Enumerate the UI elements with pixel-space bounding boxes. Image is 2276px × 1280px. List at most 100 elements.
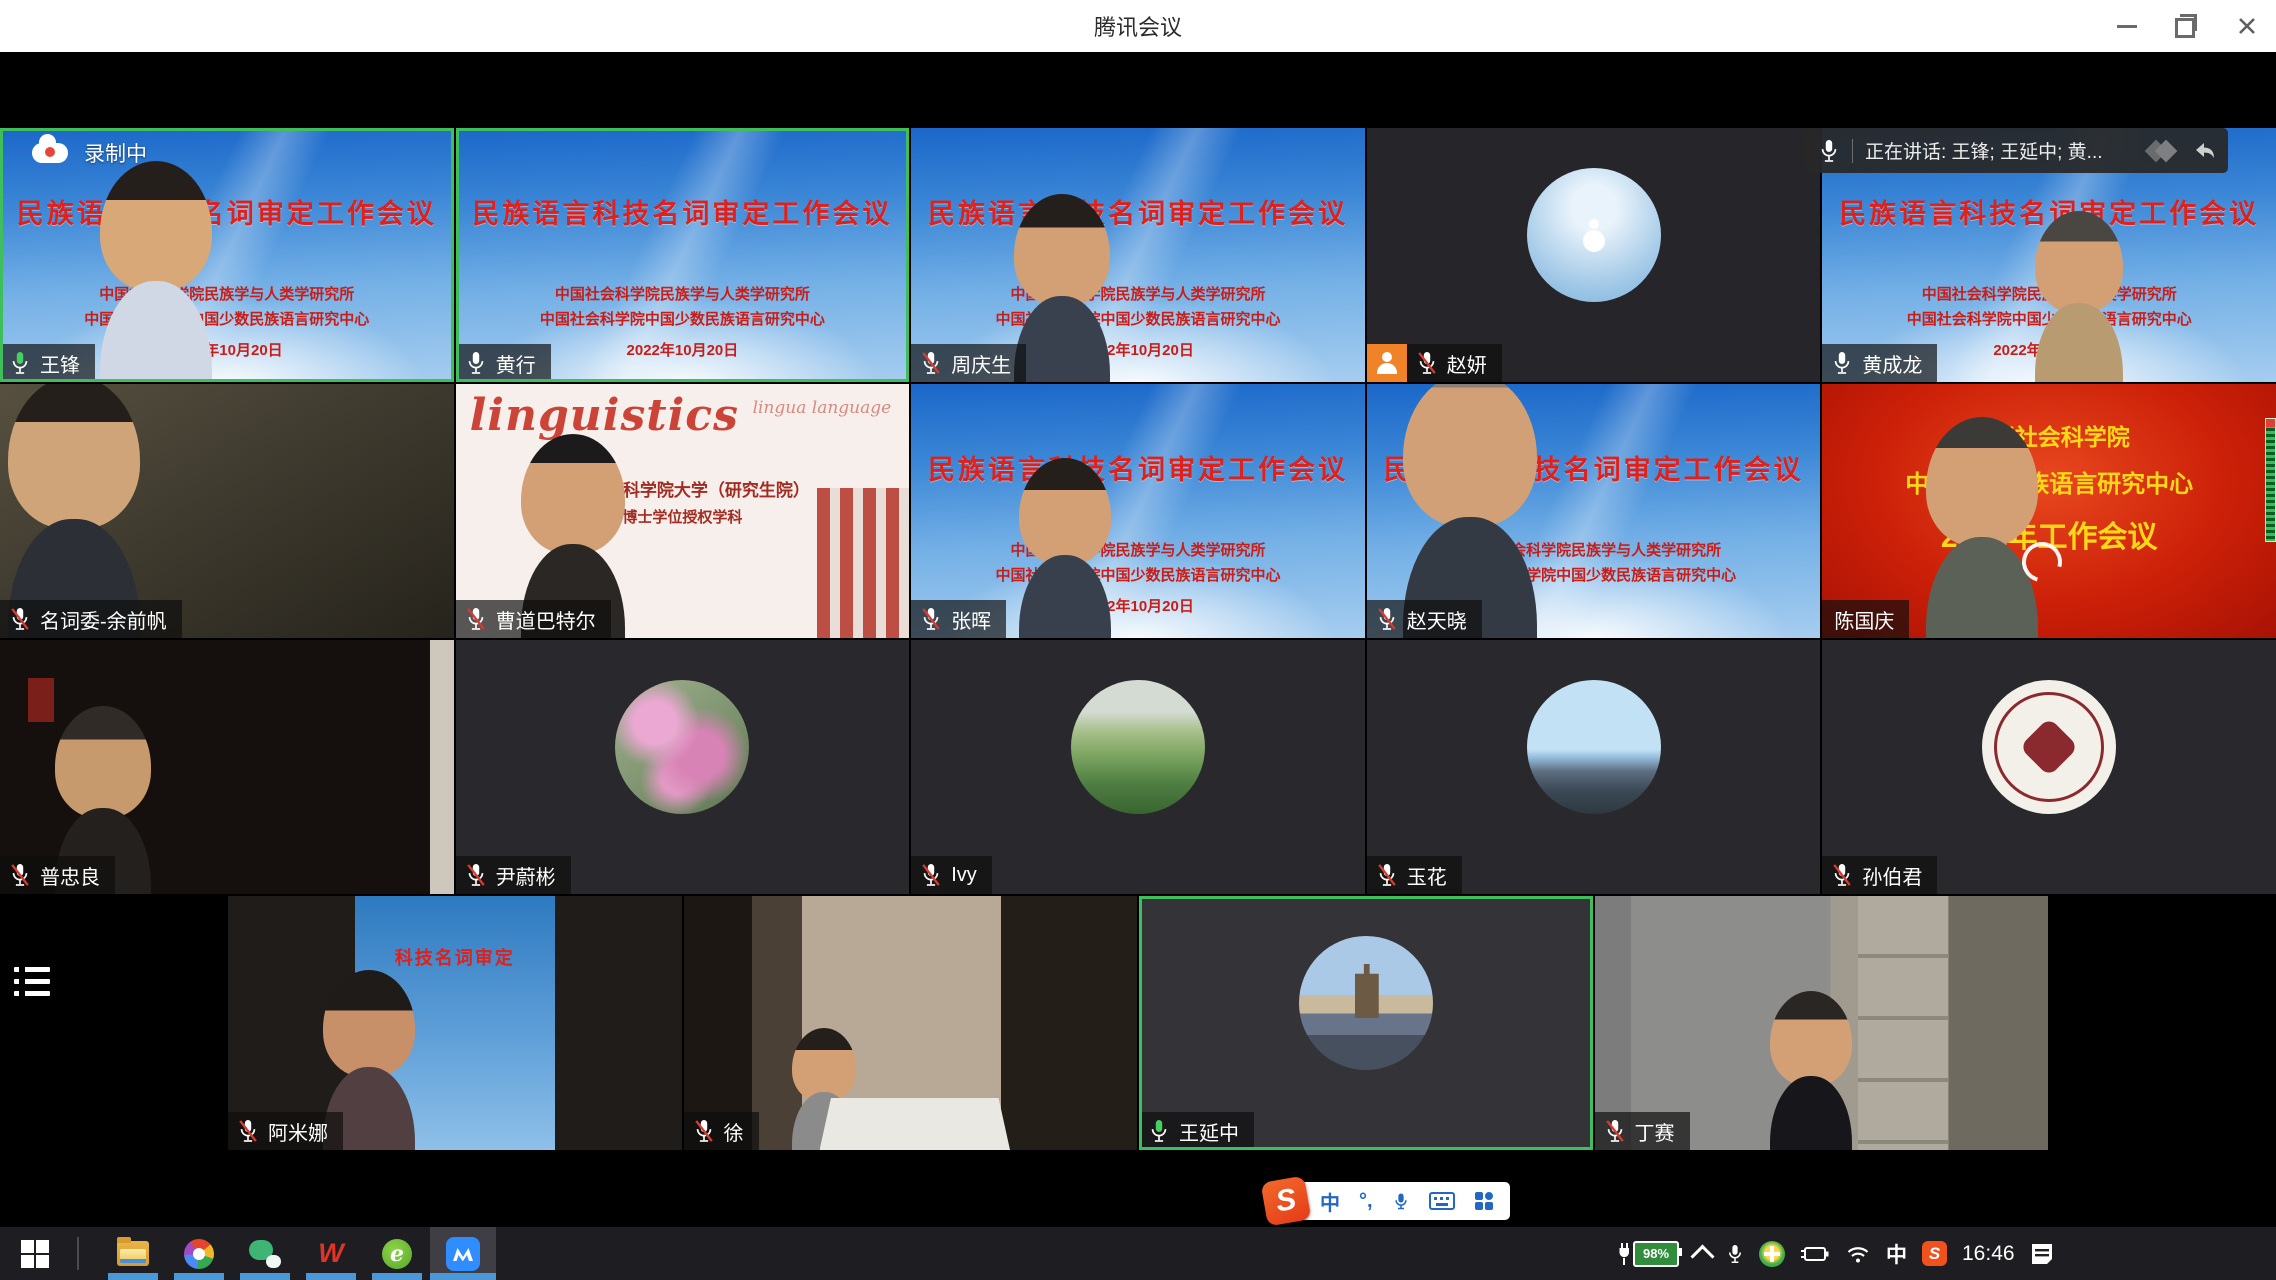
taskbar-tencent-meeting[interactable] [430,1227,496,1280]
participant-video [1019,458,1111,638]
mic-icon [1818,138,1840,164]
video-stage: 民族语言科技名词审定工作会议 中国社会科学院民族学与人类学研究所 中国社会科学院… [0,52,2276,1227]
recording-indicator[interactable]: 录制中 [32,138,147,168]
participant-name: 孙伯君 [1862,861,1922,890]
window-titlebar: 腾讯会议 [0,0,2276,52]
avatar [1527,680,1661,814]
minimize-button[interactable] [2112,11,2142,41]
desk-papers [820,1098,1010,1150]
ime-keyboard-icon[interactable] [1429,1192,1455,1210]
participant-video [1770,991,1852,1150]
taskbar-wps[interactable]: W [298,1227,364,1280]
layout-switch-icon[interactable] [2146,138,2180,164]
participant-video [1014,194,1110,382]
participant-name: 尹蔚彬 [496,861,556,890]
tray-sogou-icon[interactable]: S [1922,1241,1947,1266]
tile-ivy[interactable]: Ivy [911,640,1365,894]
wechat-icon [249,1240,281,1268]
mic-icon [1604,1118,1626,1144]
tray-expand-chevron[interactable] [1694,1242,1711,1265]
tile-zhanghui[interactable]: 民族语言科技名词审定工作会议 中国社会科学院民族学与人类学研究所 中国社会科学院… [911,384,1365,638]
tray-power-icon[interactable] [1800,1245,1830,1263]
name-label: 王延中 [1139,1112,1254,1150]
taskbar-file-explorer[interactable] [100,1227,166,1280]
participant-name: 玉花 [1407,861,1447,890]
tile-zhaotianxiao[interactable]: 民族语言科技名词审定工作会议 中国社会科学院民族学与人类学研究所 中国社会科学院… [1367,384,1821,638]
tile-wangyanzhong[interactable]: 王延中 [1139,896,1593,1150]
tile-puzhongliang[interactable]: 普忠良 [0,640,454,894]
name-label: 名词委-余前帆 [0,600,182,638]
battery-indicator[interactable]: 98% [1618,1241,1679,1267]
name-label: 孙伯君 [1822,856,1937,894]
mic-icon [465,350,487,376]
divider [1852,139,1853,163]
participant-name: 普忠良 [40,861,100,890]
tray-360-icon[interactable] [1759,1241,1785,1267]
participant-name: 阿米娜 [268,1117,328,1146]
window-controls [2112,0,2262,52]
video-grid-row-4: 科技名词审定 阿米娜 徐 王延中 [228,896,2048,1150]
tile-amina[interactable]: 科技名词审定 阿米娜 [228,896,682,1150]
tray-wifi-icon[interactable] [1845,1244,1871,1264]
mic-icon [1148,1118,1170,1144]
tile-wangfeng[interactable]: 民族语言科技名词审定工作会议 中国社会科学院民族学与人类学研究所 中国社会科学院… [0,128,454,382]
tencent-meeting-icon [446,1237,480,1271]
collapse-arrow-icon[interactable] [2192,139,2218,163]
mic-icon [465,862,487,888]
tray-input-language[interactable]: 中 [1886,1239,1907,1269]
member-list-button[interactable] [14,960,52,1000]
tile-zhouqingsheng[interactable]: 民族语言科技名词审定工作会议 中国社会科学院民族学与人类学研究所 中国社会科学院… [911,128,1365,382]
taskbar-apps: W e [100,1227,496,1280]
ime-language-toggle[interactable]: 中 [1320,1187,1340,1216]
participant-name: 赵天晓 [1407,605,1467,634]
mic-icon [9,606,31,632]
name-label: 黄成龙 [1822,344,1937,382]
audio-level-meter [2265,418,2276,542]
name-label: 徐 [684,1112,759,1150]
windows-taskbar: W e 98% 中 [0,1227,2276,1280]
name-label: 尹蔚彬 [456,856,571,894]
taskbar-browser[interactable] [166,1227,232,1280]
participant-name: 张晖 [951,605,991,634]
ime-voice-icon[interactable] [1392,1190,1410,1212]
name-label: 赵妍 [1367,344,1502,382]
ime-toolbar: S 中 °, [1264,1178,1510,1224]
sogou-logo-icon[interactable]: S [1261,1176,1312,1227]
tile-yinweibin[interactable]: 尹蔚彬 [456,640,910,894]
tile-zhaoyan[interactable]: 赵妍 [1367,128,1821,382]
clock[interactable]: 16:46 [1962,1242,2015,1266]
ime-bar: 中 °, [1300,1182,1510,1220]
taskbar-wechat[interactable] [232,1227,298,1280]
avatar [615,680,749,814]
tile-yuhua[interactable]: 玉花 [1367,640,1821,894]
name-label: 曹道巴特尔 [456,600,611,638]
windows-logo-icon [21,1240,49,1268]
tile-sunbojun[interactable]: 孙伯君 [1822,640,2276,894]
close-button[interactable] [2232,11,2262,41]
start-button[interactable] [0,1227,70,1280]
tile-yuqianfan[interactable]: 名词委-余前帆 [0,384,454,638]
ime-toolbox-icon[interactable] [1474,1191,1494,1211]
restore-button[interactable] [2172,11,2202,41]
tile-caodaobateer[interactable]: linguistics lingua language 中国社会科学院大学（研究… [456,384,910,638]
participant-video [2035,211,2123,382]
name-label: 张晖 [911,600,1006,638]
taskbar-ie-browser[interactable]: e [364,1227,430,1280]
background-cabinet [1858,896,1949,1150]
tray-mic-icon[interactable] [1726,1242,1744,1266]
tile-dingsai[interactable]: 丁赛 [1595,896,2049,1150]
mic-icon [1831,862,1853,888]
speaking-indicator-bar[interactable]: 正在讲话: 王锋; 王延中; 黄... [1804,128,2228,173]
avatar [1982,680,2116,814]
participant-video [1926,417,2038,638]
wps-icon: W [318,1238,343,1269]
background-shelf [28,678,54,722]
tile-huangxing[interactable]: 民族语言科技名词审定工作会议 中国社会科学院民族学与人类学研究所 中国社会科学院… [456,128,910,382]
tile-xu[interactable]: 徐 [684,896,1138,1150]
action-center-icon[interactable] [2030,1242,2054,1266]
mic-icon [1376,606,1398,632]
ime-punctuation-toggle[interactable]: °, [1359,1190,1373,1213]
video-grid-row-3: 普忠良 尹蔚彬 Ivy 玉花 [0,640,2276,894]
tile-chenguoqing[interactable]: 中国社会科学院 中国少数民族语言研究中心 2022年工作会议 陈国庆 [1822,384,2276,638]
participant-name: Ivy [951,864,977,887]
